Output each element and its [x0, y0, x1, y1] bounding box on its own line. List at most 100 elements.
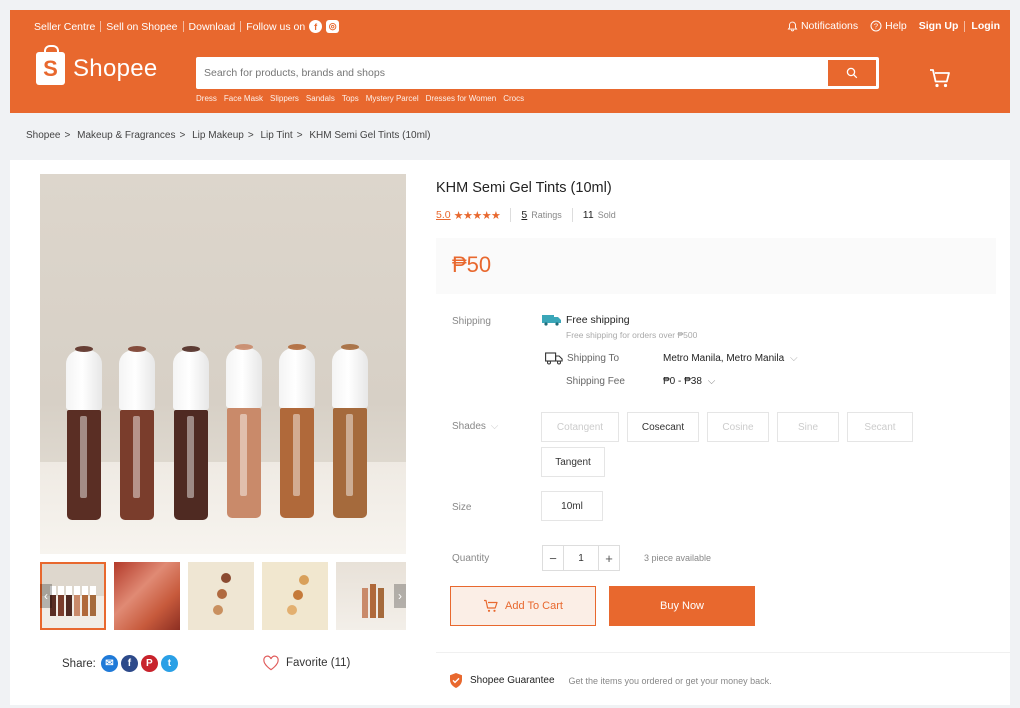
bell-icon — [787, 21, 798, 31]
thumbnail[interactable] — [114, 562, 180, 630]
ratings-count[interactable]: 5 — [521, 209, 527, 221]
svg-text:?: ? — [874, 22, 878, 31]
keyword-link[interactable]: Mystery Parcel — [366, 94, 419, 103]
download-link[interactable]: Download — [189, 21, 236, 33]
search-icon — [846, 67, 858, 79]
quantity-increase-button[interactable]: + — [598, 545, 620, 571]
shipping-to-label: Shipping To — [545, 352, 619, 365]
breadcrumb: Shopee > Makeup & Fragrances > Lip Makeup >… — [26, 130, 434, 141]
seller-centre-link[interactable]: Seller Centre — [34, 21, 95, 33]
shade-option-cosecant[interactable]: Cosecant — [627, 412, 699, 442]
guarantee-title: Shopee Guarantee — [470, 675, 555, 686]
price-box: ₱50 — [436, 238, 996, 294]
cart-icon[interactable] — [926, 64, 954, 92]
shipping-destination-select[interactable]: Metro Manila, Metro Manila ⌵ — [663, 353, 798, 364]
topbar-right: Notifications ? Help Sign Up Login — [787, 20, 1000, 32]
pinterest-icon[interactable]: P — [140, 655, 158, 672]
thumbnail[interactable] — [188, 562, 254, 630]
divider — [182, 21, 184, 32]
shades-label-text: Shades — [452, 421, 486, 432]
shopee-bag-icon: S — [36, 45, 65, 85]
sign-up-link[interactable]: Sign Up — [919, 20, 959, 32]
login-label: Login — [971, 20, 1000, 32]
help-icon: ? — [870, 20, 882, 32]
header-bar: Seller Centre Sell on Shopee Download Fo… — [10, 10, 1010, 113]
free-shipping-truck-icon — [542, 315, 561, 326]
add-to-cart-button[interactable]: Add To Cart — [450, 586, 596, 626]
breadcrumb-item[interactable]: Shopee — [26, 130, 60, 141]
shades-label: Shades ⌵ — [452, 421, 498, 432]
help-link[interactable]: ? Help — [870, 20, 907, 32]
sold-count: 11 — [582, 209, 594, 221]
truck-icon — [545, 352, 563, 365]
quantity-decrease-button[interactable]: − — [542, 545, 564, 571]
login-link[interactable]: Login — [971, 20, 1000, 32]
keyword-link[interactable]: Crocs — [503, 94, 524, 103]
star-rating-icon: ★★★★★ — [453, 209, 501, 222]
thumbnail-prev-button[interactable]: ‹ — [40, 584, 52, 608]
divider — [964, 20, 966, 32]
breadcrumb-item[interactable]: Lip Tint — [260, 130, 292, 141]
product-title: KHM Semi Gel Tints (10ml) — [436, 180, 612, 196]
shipping-label: Shipping — [452, 316, 491, 327]
search-bar — [196, 57, 879, 89]
trending-keywords: Dress Face Mask Slippers Sandals Tops My… — [196, 94, 524, 103]
notifications-link[interactable]: Notifications — [787, 20, 858, 32]
buy-now-button[interactable]: Buy Now — [609, 586, 755, 626]
sell-on-shopee-link[interactable]: Sell on Shopee — [106, 21, 177, 33]
thumbnail-image — [213, 573, 231, 615]
twitter-icon[interactable]: t — [160, 655, 178, 672]
shopee-guarantee: Shopee Guarantee Get the items you order… — [448, 672, 772, 689]
keyword-link[interactable]: Dress — [196, 94, 217, 103]
product-price: ₱50 — [452, 252, 492, 277]
shipping-fee-value: ₱0 - ₱38 — [663, 376, 702, 387]
free-shipping-text: Free shipping — [566, 314, 630, 326]
quantity-stepper: − 1 + — [542, 545, 620, 571]
thumbnail[interactable] — [262, 562, 328, 630]
sign-up-label: Sign Up — [918, 20, 959, 32]
logo-text: Shopee — [73, 54, 158, 82]
favorite-label: Favorite (11) — [286, 657, 351, 669]
breadcrumb-item[interactable]: Makeup & Fragrances — [77, 130, 175, 141]
messenger-icon[interactable]: ✉ — [100, 655, 118, 672]
instagram-icon[interactable]: ◎ — [326, 20, 340, 33]
stock-available: 3 piece available — [644, 553, 712, 563]
breadcrumb-item[interactable]: Lip Makeup — [192, 130, 244, 141]
search-button[interactable] — [828, 60, 876, 86]
divider — [436, 652, 1010, 653]
divider — [100, 21, 102, 32]
size-option-10ml[interactable]: 10ml — [541, 491, 603, 521]
shade-option-secant: Secant — [847, 412, 913, 442]
search-input[interactable] — [204, 57, 824, 89]
shopee-logo[interactable]: S Shopee — [36, 45, 158, 85]
shade-option-tangent[interactable]: Tangent — [541, 447, 605, 477]
sold-label: Sold — [597, 210, 616, 220]
follow-us-label: Follow us on — [246, 20, 306, 33]
top-navbar: Seller Centre Sell on Shopee Download Fo… — [10, 10, 1010, 44]
shipping-fee-label: Shipping Fee — [566, 376, 625, 387]
ratings-label: Ratings — [531, 210, 562, 220]
add-to-cart-label: Add To Cart — [505, 600, 563, 612]
divider — [240, 21, 242, 32]
rating-value[interactable]: 5.0 — [436, 209, 451, 221]
chevron-down-icon: ⌵ — [490, 421, 499, 432]
notifications-label: Notifications — [800, 20, 859, 32]
thumbnail-next-button[interactable]: › — [394, 584, 406, 608]
keyword-link[interactable]: Face Mask — [224, 94, 263, 103]
guarantee-subtitle: Get the items you ordered or get your mo… — [568, 675, 772, 686]
thumbnail-image — [287, 575, 309, 615]
facebook-icon[interactable]: f — [309, 20, 323, 33]
free-shipping: Free shipping — [542, 314, 630, 326]
help-label: Help — [885, 20, 907, 32]
keyword-link[interactable]: Tops — [342, 94, 359, 103]
shade-option-sine: Sine — [777, 412, 839, 442]
quantity-input[interactable]: 1 — [564, 545, 598, 571]
keyword-link[interactable]: Sandals — [306, 94, 335, 103]
shipping-fee-select[interactable]: ₱0 - ₱38 ⌵ — [663, 376, 715, 387]
keyword-link[interactable]: Dresses for Women — [426, 94, 497, 103]
chevron-right-icon: > — [179, 130, 186, 141]
keyword-link[interactable]: Slippers — [270, 94, 299, 103]
product-main-image[interactable] — [40, 174, 406, 554]
facebook-share-icon[interactable]: f — [120, 655, 138, 672]
favorite-button[interactable]: Favorite (11) — [262, 655, 350, 671]
